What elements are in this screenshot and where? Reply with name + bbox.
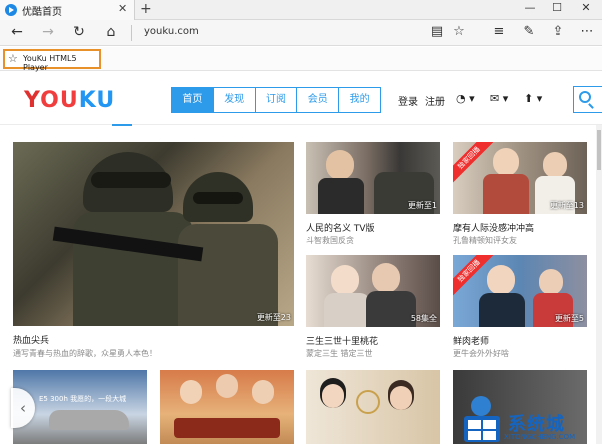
search-icon (579, 91, 591, 103)
new-tab-button[interactable]: + (140, 1, 152, 17)
featured-subtitle: 通写青春与热血的辞歌，众星勇人本色！ (13, 349, 157, 358)
card-subtitle: 更牛会外外好啥 (453, 349, 509, 358)
featured-thumbnail[interactable]: 更新至23 (13, 142, 294, 326)
web-note-icon[interactable]: ✎ (520, 24, 538, 39)
card-badge: 更新至5 (554, 314, 584, 323)
youku-logo[interactable]: YOUKU (24, 88, 115, 113)
card-badge: 更新至1 (407, 201, 437, 210)
card-thumbnail[interactable]: 独家回播 更新至13 (453, 142, 587, 214)
message-icon[interactable]: ✉ ▾ (490, 92, 508, 105)
card-subtitle: 斗智救国反贪 (306, 236, 354, 245)
card-thumbnail[interactable] (160, 370, 294, 444)
back-icon[interactable]: ← (8, 24, 26, 40)
hub-icon[interactable]: ≡ (490, 24, 508, 39)
card-badge: 58集全 (410, 314, 437, 323)
address-bar: ← → ↻ ⌂ youku.com ▤ ☆ ≡ ✎ ⇪ ⋯ (0, 20, 602, 46)
card-badge: 更新至13 (549, 201, 584, 210)
tab-title: 优酷首页 (22, 7, 62, 18)
favorite-star-icon[interactable]: ☆ (450, 24, 468, 39)
watermark: 系统城 XITONGCHENG.COM (456, 392, 602, 444)
search-button[interactable] (573, 86, 602, 113)
youku-favicon-icon (5, 4, 17, 16)
tab-discover[interactable]: 发现 (213, 88, 256, 112)
card-thumbnail[interactable]: 独家回播 更新至5 (453, 255, 587, 327)
card-title[interactable]: 三生三世十里桃花 (306, 334, 378, 347)
featured-title[interactable]: 热血尖兵 (13, 333, 49, 346)
card-thumbnail[interactable]: 更新至1 (306, 142, 440, 214)
address-divider (131, 25, 132, 41)
site-nav-tabs: 首页 发现 订阅 会员 我的 (171, 87, 381, 113)
ad-caption: E5 300h 我愿的，一段大城 (39, 395, 127, 403)
card-subtitle: 蒙定三生 错定三世 (306, 349, 373, 358)
share-icon[interactable]: ⇪ (549, 24, 567, 39)
favorites-bar: ☆ YouKu HTML5 Player (0, 47, 602, 72)
tab-close-icon[interactable]: ✕ (118, 2, 127, 15)
header-divider (0, 124, 602, 125)
featured-badge: 更新至23 (256, 313, 291, 322)
more-icon[interactable]: ⋯ (578, 24, 596, 39)
upload-icon[interactable]: ⬆ ▾ (524, 92, 542, 105)
close-window-button[interactable]: ✕ (574, 1, 598, 14)
card-title[interactable]: 鲜肉老师 (453, 334, 489, 347)
card-title[interactable]: 人民的名义 TV版 (306, 221, 375, 234)
card-thumbnail[interactable]: 58集全 (306, 255, 440, 327)
register-link[interactable]: 注册 (425, 93, 445, 108)
watermark-url: XITONGCHENG.COM (504, 433, 576, 441)
favorite-label: YouKu HTML5 Player (23, 54, 77, 72)
card-subtitle: 孔鲁精顿知评女友 (453, 236, 517, 245)
forward-icon[interactable]: → (39, 24, 57, 40)
card-title[interactable]: 摩有人际没感冲冲高 (453, 221, 534, 234)
home-icon[interactable]: ⌂ (102, 24, 120, 40)
favorite-star-icon: ☆ (8, 52, 18, 65)
browser-tab-bar: 优酷首页 ✕ + — ☐ ✕ (0, 0, 602, 20)
reading-view-icon[interactable]: ▤ (428, 24, 446, 39)
tab-subscribe[interactable]: 订阅 (255, 88, 298, 112)
favorite-youku-html5-player[interactable]: ☆ YouKu HTML5 Player (3, 49, 101, 72)
watermark-logo-icon (464, 396, 500, 442)
login-link[interactable]: 登录 (398, 93, 418, 108)
refresh-icon[interactable]: ↻ (70, 24, 88, 40)
tab-vip[interactable]: 会员 (297, 88, 340, 112)
address-url-field[interactable]: youku.com (144, 26, 199, 37)
minimize-button[interactable]: — (518, 1, 542, 14)
tab-home[interactable]: 首页 (172, 88, 214, 112)
browser-tab[interactable]: 优酷首页 ✕ (0, 0, 135, 20)
scrollbar-thumb[interactable] (597, 130, 601, 170)
tab-mine[interactable]: 我的 (339, 88, 380, 112)
history-icon[interactable]: ◔ ▾ (456, 92, 475, 105)
card-thumbnail[interactable] (306, 370, 440, 444)
active-nav-indicator (112, 124, 132, 126)
maximize-button[interactable]: ☐ (545, 1, 569, 14)
